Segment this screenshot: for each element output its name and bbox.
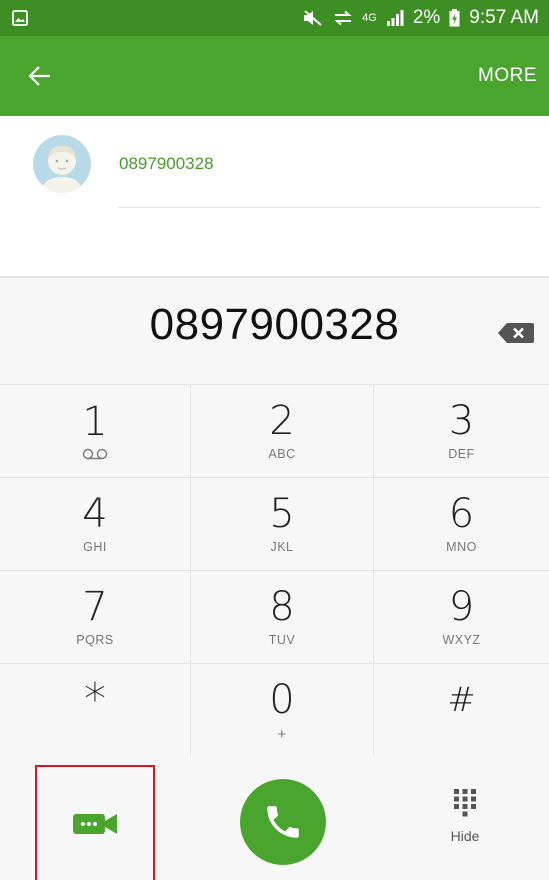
call-button[interactable] — [240, 779, 326, 865]
key-letters: DEF — [448, 447, 475, 461]
key-letters: JKL — [270, 540, 294, 554]
backspace-button[interactable] — [496, 321, 536, 345]
contact-suggestion-item[interactable]: 0897900328 — [33, 135, 533, 193]
key-9[interactable]: 9 WXYZ — [374, 571, 549, 664]
key-8[interactable]: 8 TUV — [191, 571, 374, 664]
key-5[interactable]: 5 JKL — [191, 478, 374, 571]
key-letters: PQRS — [76, 633, 114, 647]
key-3[interactable]: 3 DEF — [374, 385, 549, 478]
battery-percent: 2% — [412, 7, 441, 28]
key-letters: TUV — [268, 633, 296, 647]
key-digit: 8 — [269, 584, 295, 630]
hide-keypad-button[interactable]: Hide — [425, 788, 505, 858]
key-digit: 5 — [269, 491, 295, 537]
contact-number: 0897900328 — [119, 154, 214, 173]
status-bar: 4G 2% 9:57 AM — [0, 0, 549, 36]
divider — [118, 207, 541, 208]
key-6[interactable]: 6 MNO — [374, 478, 549, 571]
key-4[interactable]: 4 GHI — [0, 478, 191, 571]
number-display: 0897900328 — [0, 278, 549, 384]
key-digit: 6 — [448, 491, 475, 537]
dialed-number-field[interactable]: 0897900328 — [0, 300, 549, 350]
video-call-button[interactable] — [35, 765, 155, 880]
phone-icon — [267, 806, 299, 838]
key-hash[interactable]: # — [374, 664, 549, 757]
key-2[interactable]: 2 ABC — [191, 385, 374, 478]
battery-charging-icon — [449, 9, 460, 27]
key-digit: 7 — [82, 584, 108, 630]
key-digit: 1 — [82, 398, 108, 445]
key-digit: 0 — [269, 677, 295, 723]
contact-suggestion-list: 0897900328 — [0, 116, 549, 276]
key-digit: * — [84, 674, 106, 725]
key-0[interactable]: 0 + — [191, 664, 374, 757]
back-button[interactable] — [28, 56, 68, 96]
key-letters: GHI — [83, 540, 107, 554]
key-7[interactable]: 7 PQRS — [0, 571, 191, 664]
key-letters: + — [277, 726, 287, 743]
video-call-icon — [73, 813, 117, 834]
bottom-bar: Hide — [0, 756, 549, 880]
key-digit: # — [447, 680, 476, 720]
action-bar: MORE — [0, 36, 549, 116]
key-digit: 2 — [269, 398, 295, 444]
key-1[interactable]: 1 — [0, 385, 191, 478]
data-sync-icon — [333, 10, 353, 26]
keypad: 1 2 ABC 3 DEF 4 GHI 5 JKL 6 MNO 7 PQRS 8… — [0, 384, 549, 757]
hide-label: Hide — [450, 828, 480, 844]
more-button[interactable]: MORE — [478, 65, 537, 87]
key-letters: WXYZ — [442, 633, 481, 647]
clock: 9:57 AM — [469, 7, 539, 28]
dialer-screen: 4G 2% 9:57 AM MORE 0897900328 0897900328… — [0, 0, 549, 880]
key-digit: 3 — [448, 398, 475, 444]
mute-icon — [302, 9, 324, 27]
key-digit: 9 — [448, 584, 475, 630]
key-digit: 4 — [82, 491, 108, 537]
key-letters: MNO — [446, 540, 477, 554]
key-letters: ABC — [268, 447, 296, 461]
back-arrow-icon — [28, 66, 50, 86]
voicemail-icon — [82, 447, 108, 461]
avatar — [33, 135, 91, 193]
dialpad-icon — [454, 789, 476, 817]
network-type: 4G — [362, 12, 377, 24]
signal-icon — [386, 10, 404, 26]
gallery-notification-icon — [12, 10, 28, 26]
key-star[interactable]: * — [0, 664, 191, 757]
backspace-icon — [498, 323, 534, 343]
